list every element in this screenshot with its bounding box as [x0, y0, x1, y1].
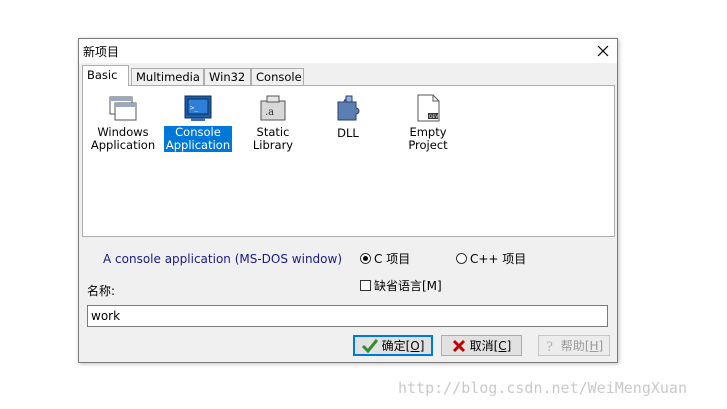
radio-label: C 项目: [374, 252, 411, 266]
window-title: 新项目: [83, 45, 120, 59]
item-label: Windows Application: [90, 125, 156, 152]
help-button-label: 帮助: [560, 339, 585, 353]
tab-win32[interactable]: Win32: [204, 68, 251, 85]
cancel-button-label: 取消: [469, 339, 494, 353]
cancel-button-accel: [C]: [493, 338, 512, 353]
svg-text:?: ?: [546, 340, 553, 353]
item-label: Console Application: [163, 125, 233, 152]
radio-label: C++ 项目: [470, 252, 527, 266]
name-label: 名称:: [87, 284, 116, 298]
radio-c-project[interactable]: C 项目: [360, 250, 410, 267]
empty-project-icon: DEV: [417, 94, 440, 122]
radio-cpp-project[interactable]: C++ 项目: [456, 250, 526, 267]
project-item-dll[interactable]: DLL: [313, 92, 383, 140]
ok-button[interactable]: 确定 [O]: [353, 335, 433, 356]
item-label: Empty Project: [408, 125, 448, 152]
tab-multimedia[interactable]: Multimedia: [131, 68, 204, 85]
console-app-icon: >_: [184, 95, 212, 121]
svg-text:DEV: DEV: [429, 114, 439, 120]
close-icon: [597, 45, 609, 57]
project-item-windows-application[interactable]: Windows Application: [88, 92, 158, 152]
project-item-empty-project[interactable]: DEV Empty Project: [388, 92, 468, 152]
radio-circle: [456, 253, 467, 264]
item-label: Static Library: [252, 125, 294, 152]
project-description: A console application (MS-DOS window): [103, 252, 343, 266]
window-app-icon: [109, 96, 137, 121]
checkbox-label: 缺省语言[M]: [374, 279, 442, 293]
cancel-button[interactable]: 取消 [C]: [441, 335, 522, 356]
check-icon: [361, 338, 378, 353]
help-icon: ?: [545, 339, 557, 353]
svg-text:>_: >_: [190, 104, 199, 112]
new-project-dialog: 新项目 Basic Multimedia Win32 Console Windo…: [78, 38, 618, 363]
svg-text:.a: .a: [265, 107, 274, 118]
watermark: http://blog.csdn.net/WeiMengXuan: [398, 379, 687, 397]
item-label: DLL: [337, 126, 359, 140]
close-button[interactable]: [593, 41, 613, 61]
project-item-static-library[interactable]: .a Static Library: [238, 92, 308, 152]
help-button[interactable]: ? 帮助 [H]: [538, 335, 610, 356]
dll-puzzle-icon: [337, 95, 360, 121]
tab-console[interactable]: Console: [251, 68, 304, 85]
ok-button-label: 确定: [381, 339, 406, 353]
default-language-checkbox[interactable]: 缺省语言[M]: [360, 277, 442, 294]
help-button-accel: [H]: [584, 338, 604, 353]
radio-circle: [360, 253, 371, 264]
title-bar: 新项目: [79, 39, 617, 63]
project-name-input[interactable]: [87, 305, 608, 327]
x-icon: [452, 339, 466, 353]
tab-basic[interactable]: Basic: [82, 65, 129, 86]
checkbox-box: [360, 280, 371, 291]
ok-button-accel: [O]: [405, 338, 425, 353]
static-library-icon: .a: [260, 95, 286, 121]
project-item-console-application[interactable]: >_ Console Application: [163, 92, 233, 152]
project-type-panel: Windows Application >_ Console Application…: [82, 85, 615, 237]
